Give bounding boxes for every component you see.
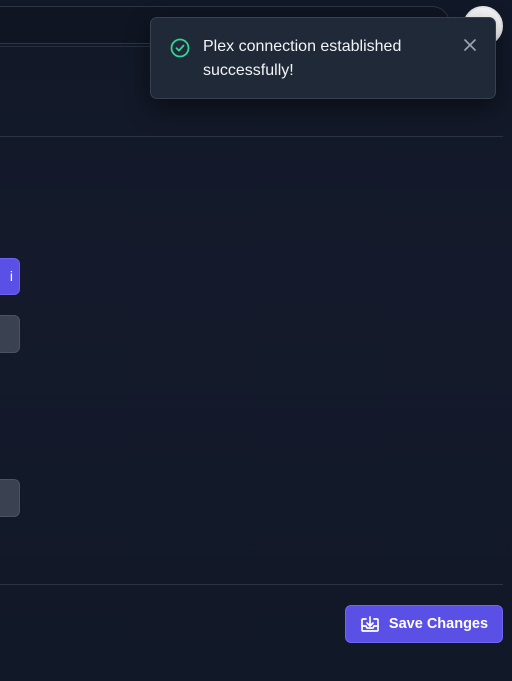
footer-divider xyxy=(0,584,503,585)
section-divider xyxy=(0,136,503,137)
settings-page: i Save Changes Plex connection establish… xyxy=(0,0,512,681)
secondary-action-button-partial[interactable] xyxy=(0,315,20,353)
check-circle-icon xyxy=(169,37,191,64)
primary-action-button-partial[interactable]: i xyxy=(0,258,20,295)
download-tray-icon xyxy=(360,615,380,633)
save-changes-button[interactable]: Save Changes xyxy=(345,605,503,643)
save-changes-label: Save Changes xyxy=(388,616,489,632)
toast-message: Plex connection established successfully… xyxy=(203,38,402,79)
secondary-action-button-partial[interactable] xyxy=(0,479,20,517)
close-icon[interactable] xyxy=(460,35,480,55)
success-toast: Plex connection established successfully… xyxy=(150,17,496,99)
